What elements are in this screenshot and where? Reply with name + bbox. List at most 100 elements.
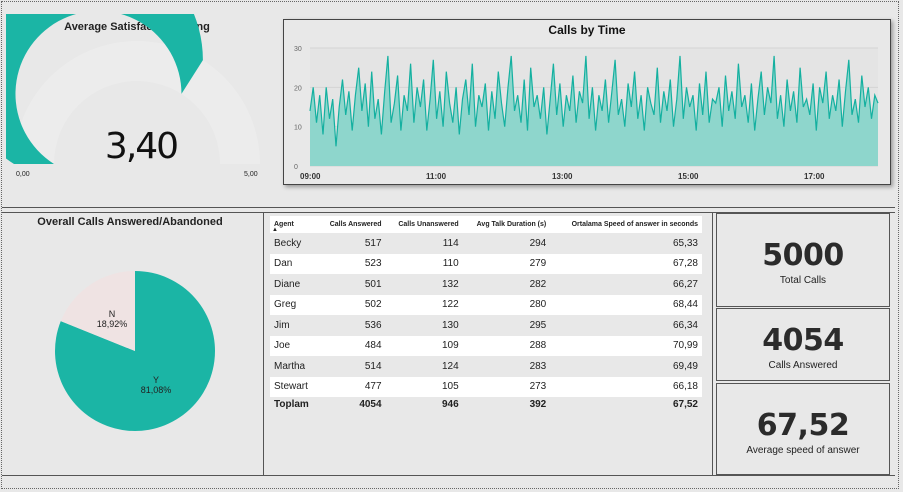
cell-speed-of-answer: 65,33 xyxy=(550,233,702,254)
cell-speed-of-answer: 66,18 xyxy=(550,376,702,397)
column-divider-right xyxy=(712,212,713,475)
kpi-card-total-calls[interactable]: 5000 Total Calls xyxy=(716,213,890,307)
satisfaction-gauge-visual[interactable]: Average Satisfaction Rating 3,40 0,00 5,… xyxy=(6,14,268,194)
column-header-calls-unanswered[interactable]: Calls Unanswered xyxy=(385,216,463,233)
cell-avg-talk-duration: 295 xyxy=(462,315,551,336)
cell-calls-answered: 501 xyxy=(318,274,386,295)
cell-speed-of-answer: 67,28 xyxy=(550,253,702,274)
sort-ascending-icon[interactable]: ▲ xyxy=(272,227,278,233)
row-divider-top xyxy=(2,207,895,208)
table-row[interactable]: Stewart 477 105 273 66,18 xyxy=(270,376,702,397)
total-calls-unanswered: 946 xyxy=(385,397,463,411)
y-tick-label: 0 xyxy=(294,164,298,171)
pie-label-n: N 18,92% xyxy=(92,309,132,329)
cell-calls-unanswered: 110 xyxy=(385,253,463,274)
cell-avg-talk-duration: 282 xyxy=(462,274,551,295)
row-divider-footer xyxy=(2,475,895,476)
cell-calls-answered: 523 xyxy=(318,253,386,274)
cell-avg-talk-duration: 283 xyxy=(462,356,551,377)
cell-calls-unanswered: 114 xyxy=(385,233,463,254)
cell-agent: Dan xyxy=(270,253,318,274)
cell-avg-talk-duration: 279 xyxy=(462,253,551,274)
cell-calls-unanswered: 122 xyxy=(385,294,463,315)
cell-calls-unanswered: 105 xyxy=(385,376,463,397)
x-tick-label: 17:00 xyxy=(804,172,825,181)
total-avg-talk-duration: 392 xyxy=(462,397,551,411)
cell-agent: Jim xyxy=(270,315,318,336)
cell-calls-answered: 536 xyxy=(318,315,386,336)
total-calls-answered: 4054 xyxy=(318,397,386,411)
cell-calls-unanswered: 132 xyxy=(385,274,463,295)
cell-speed-of-answer: 66,27 xyxy=(550,274,702,295)
y-tick-label: 20 xyxy=(294,85,302,92)
cell-calls-answered: 502 xyxy=(318,294,386,315)
cell-avg-talk-duration: 288 xyxy=(462,335,551,356)
column-divider-left xyxy=(263,212,264,475)
cell-agent: Becky xyxy=(270,233,318,254)
table-body: Becky 517 114 294 65,33 Dan 523 110 279 … xyxy=(270,233,702,411)
cell-calls-unanswered: 109 xyxy=(385,335,463,356)
calls-by-time-visual[interactable]: 0 10 20 30 09:00 11:00 13:00 15:00 17:00 Calls b… xyxy=(283,19,891,185)
cell-agent: Greg xyxy=(270,294,318,315)
pie-label-n-name: N xyxy=(108,309,116,319)
cell-avg-talk-duration: 280 xyxy=(462,294,551,315)
cell-calls-unanswered: 130 xyxy=(385,315,463,336)
column-header-speed-of-answer[interactable]: Ortalama Speed of answer in seconds xyxy=(550,216,702,233)
table-header-row: ▲ Agent Calls Answered Calls Unanswered … xyxy=(270,216,702,233)
table-row[interactable]: Martha 514 124 283 69,49 xyxy=(270,356,702,377)
table-row[interactable]: Becky 517 114 294 65,33 xyxy=(270,233,702,254)
pie-label-y-name: Y xyxy=(152,375,159,385)
cell-speed-of-answer: 66,34 xyxy=(550,315,702,336)
pie-label-y: Y 81,08% xyxy=(136,375,176,395)
table-row[interactable]: Joe 484 109 288 70,99 xyxy=(270,335,702,356)
cell-agent: Martha xyxy=(270,356,318,377)
cell-calls-answered: 517 xyxy=(318,233,386,254)
table-row[interactable]: Greg 502 122 280 68,44 xyxy=(270,294,702,315)
kpi-card-average-speed[interactable]: 67,52 Average speed of answer xyxy=(716,383,890,475)
cell-calls-answered: 514 xyxy=(318,356,386,377)
column-header-avg-talk-duration[interactable]: Avg Talk Duration (s) xyxy=(462,216,551,233)
table-row[interactable]: Diane 501 132 282 66,27 xyxy=(270,274,702,295)
agent-table-visual[interactable]: ▲ Agent Calls Answered Calls Unanswered … xyxy=(270,216,702,416)
cell-calls-unanswered: 124 xyxy=(385,356,463,377)
cell-agent: Diane xyxy=(270,274,318,295)
kpi-calls-answered-value: 4054 xyxy=(762,323,844,358)
kpi-card-calls-answered[interactable]: 4054 Calls Answered xyxy=(716,308,890,381)
cell-agent: Joe xyxy=(270,335,318,356)
table-row[interactable]: Jim 536 130 295 66,34 xyxy=(270,315,702,336)
agent-table: ▲ Agent Calls Answered Calls Unanswered … xyxy=(270,216,702,411)
calls-chart-svg: 0 10 20 30 09:00 11:00 13:00 15:00 17:00 xyxy=(294,46,879,181)
y-tick-label: 10 xyxy=(294,125,302,132)
kpi-total-calls-value: 5000 xyxy=(762,238,844,273)
cell-agent: Stewart xyxy=(270,376,318,397)
gauge-max-label: 5,00 xyxy=(244,171,258,178)
x-tick-label: 11:00 xyxy=(426,172,447,181)
cell-speed-of-answer: 69,49 xyxy=(550,356,702,377)
cell-calls-answered: 477 xyxy=(318,376,386,397)
calls-chart-title: Calls by Time xyxy=(548,23,626,37)
cell-calls-answered: 484 xyxy=(318,335,386,356)
cell-avg-talk-duration: 294 xyxy=(462,233,551,254)
gauge-value: 3,40 xyxy=(104,126,179,167)
total-speed-of-answer: 67,52 xyxy=(550,397,702,411)
x-tick-label: 13:00 xyxy=(552,172,573,181)
kpi-average-speed-value: 67,52 xyxy=(756,408,850,443)
table-row[interactable]: Dan 523 110 279 67,28 xyxy=(270,253,702,274)
pie-label-n-percent: 18,92% xyxy=(96,319,128,329)
x-tick-label: 09:00 xyxy=(300,172,321,181)
answered-pie-chart[interactable] xyxy=(40,270,230,450)
table-total-row: Toplam 4054 946 392 67,52 xyxy=(270,397,702,411)
kpi-total-calls-label: Total Calls xyxy=(779,275,827,286)
cell-avg-talk-duration: 273 xyxy=(462,376,551,397)
gauge-min-label: 0,00 xyxy=(16,171,30,178)
y-tick-label: 30 xyxy=(294,46,302,53)
cell-speed-of-answer: 68,44 xyxy=(550,294,702,315)
column-header-agent[interactable]: ▲ Agent xyxy=(270,216,318,233)
cell-speed-of-answer: 70,99 xyxy=(550,335,702,356)
column-header-calls-answered[interactable]: Calls Answered xyxy=(318,216,386,233)
total-label: Toplam xyxy=(270,397,318,411)
x-tick-label: 15:00 xyxy=(678,172,699,181)
kpi-calls-answered-label: Calls Answered xyxy=(768,360,838,371)
pie-title: Overall Calls Answered/Abandoned xyxy=(37,216,223,228)
kpi-average-speed-label: Average speed of answer xyxy=(746,445,860,456)
